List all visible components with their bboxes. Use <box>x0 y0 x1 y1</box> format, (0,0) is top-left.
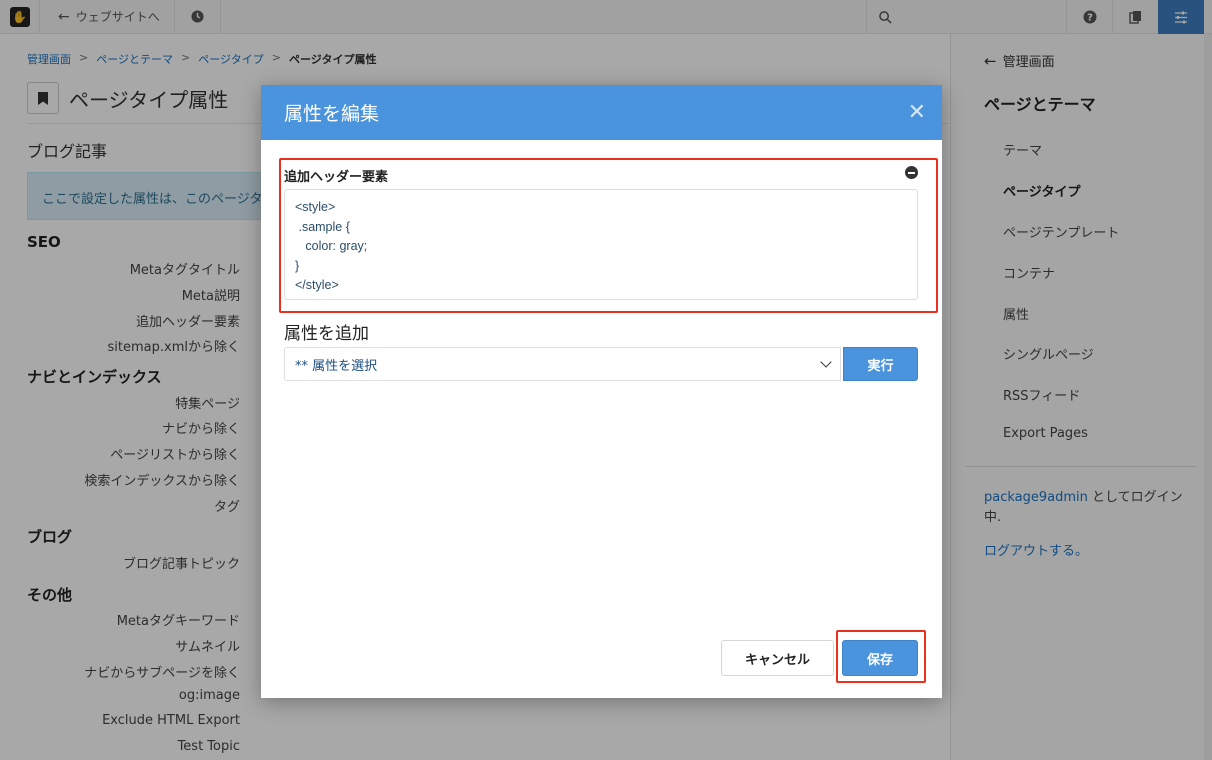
close-icon[interactable]: ✕ <box>908 101 926 124</box>
edit-attributes-dialog: 属性を編集 ✕ 追加ヘッダー要素 <style> .sample { color… <box>261 85 942 698</box>
run-button[interactable]: 実行 <box>843 347 918 381</box>
chevron-down-icon <box>820 356 832 368</box>
field-label: 追加ヘッダー要素 <box>284 170 389 185</box>
header-extra-content-textarea[interactable]: <style> .sample { color: gray; } </style… <box>284 189 918 300</box>
dialog-header: 属性を編集 ✕ <box>261 85 942 140</box>
cancel-button[interactable]: キャンセル <box>721 640 834 676</box>
add-attribute-heading: 属性を追加 <box>284 324 369 344</box>
save-button[interactable]: 保存 <box>842 640 918 676</box>
attribute-select[interactable]: ** 属性を選択 <box>284 347 841 381</box>
dialog-title: 属性を編集 <box>284 103 380 125</box>
remove-circle-icon[interactable] <box>905 166 918 179</box>
attribute-select-value: ** 属性を選択 <box>295 358 378 374</box>
